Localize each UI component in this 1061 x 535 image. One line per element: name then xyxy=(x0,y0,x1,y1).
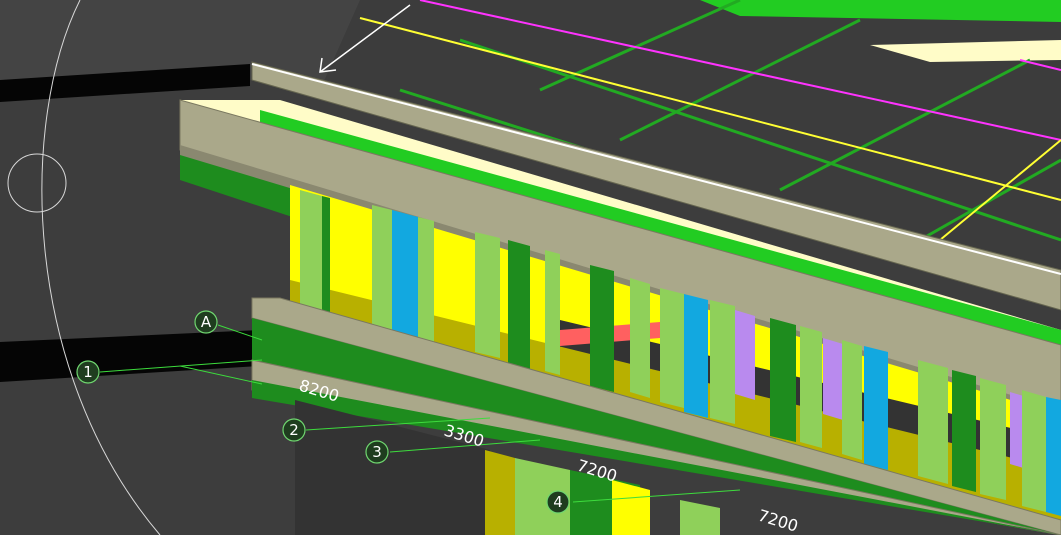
grid-bubble-4[interactable]: 4 xyxy=(546,490,570,514)
grid-bubble-1[interactable]: 1 xyxy=(76,360,100,384)
column xyxy=(1046,397,1061,516)
column xyxy=(418,217,434,342)
column xyxy=(475,232,500,358)
column xyxy=(1022,390,1046,512)
column xyxy=(322,196,330,312)
column xyxy=(545,250,560,375)
grid-bubble-label: 2 xyxy=(289,421,299,439)
column xyxy=(710,300,735,424)
model-viewport-3d[interactable]: A1234 8200 3300 7200 7200 xyxy=(0,0,1061,535)
column xyxy=(952,370,976,492)
column xyxy=(918,360,948,484)
dimension-label[interactable]: 7200 xyxy=(756,506,800,535)
column xyxy=(980,378,1006,500)
grid-bubble-label: 1 xyxy=(83,363,93,381)
grid-bubble-a[interactable]: A xyxy=(194,310,218,334)
column xyxy=(800,326,822,448)
column xyxy=(508,240,530,370)
column xyxy=(590,265,614,392)
black-beam-lower xyxy=(0,330,260,382)
column xyxy=(372,205,392,330)
column xyxy=(770,318,796,442)
column xyxy=(630,278,650,398)
grid-bubble-label: 4 xyxy=(553,493,563,511)
view-cube-circle[interactable] xyxy=(7,153,67,213)
column xyxy=(660,288,684,408)
column xyxy=(300,190,322,310)
column xyxy=(864,346,888,470)
grid-bubble-label: A xyxy=(201,313,212,331)
column xyxy=(842,340,862,460)
grid-bubble-2[interactable]: 2 xyxy=(282,418,306,442)
model-scene[interactable]: A1234 8200330072007200 xyxy=(0,0,1061,535)
grid-bubble-label: 3 xyxy=(372,443,382,461)
column xyxy=(684,294,708,418)
grid-bubble-3[interactable]: 3 xyxy=(365,440,389,464)
column xyxy=(392,210,418,338)
